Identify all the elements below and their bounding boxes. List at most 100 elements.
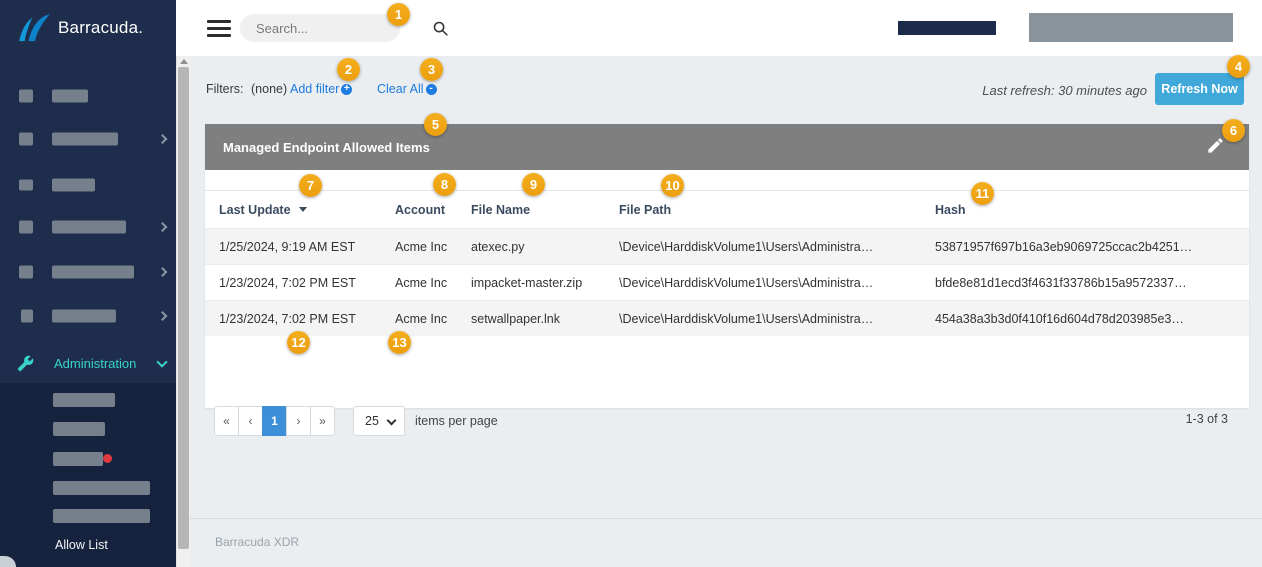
main-content: Filters: (none) Add filter + Clear All -…	[190, 56, 1262, 567]
sidebar-item-administration[interactable]: Administration	[0, 346, 176, 380]
filters-value: (none)	[251, 82, 288, 96]
redacted-icon	[19, 220, 33, 234]
scrollbar-up-arrow-icon[interactable]	[180, 59, 188, 64]
chevron-right-icon	[157, 267, 168, 277]
sidebar-item-redacted-1[interactable]	[0, 82, 176, 110]
annotation-badge-6: 6	[1222, 119, 1245, 142]
sidebar-item-redacted-2[interactable]	[0, 125, 176, 153]
administration-label: Administration	[54, 355, 137, 371]
items-per-page-select[interactable]: 25	[353, 406, 405, 436]
sidebar-item-redacted-4[interactable]	[0, 213, 176, 241]
cell-file-path: \Device\HarddiskVolume1\Users\Administra…	[619, 311, 874, 326]
cell-account: Acme Inc	[395, 239, 448, 254]
redacted-icon	[21, 309, 33, 323]
sidebar-item-allow-list[interactable]: Allow List	[55, 538, 108, 552]
table-row[interactable]: 1/25/2024, 9:19 AM EST Acme Inc atexec.p…	[205, 228, 1249, 264]
submenu-item-redacted-2[interactable]	[53, 422, 105, 436]
cell-account: Acme Inc	[395, 275, 448, 290]
redacted-label	[52, 309, 116, 323]
submenu-item-redacted-1[interactable]	[53, 393, 115, 407]
pagination: « ‹ 1 › »	[214, 406, 335, 436]
column-label: Last Update	[219, 202, 291, 217]
cell-account: Acme Inc	[395, 311, 448, 326]
annotation-badge-5: 5	[424, 113, 447, 136]
chevron-down-icon	[156, 356, 168, 368]
search-icon	[433, 21, 448, 36]
cell-hash: 53871957f697b16a3eb9069725ccac2b4251…	[935, 239, 1193, 254]
scrollbar-thumb[interactable]	[178, 67, 189, 549]
cell-file-name: atexec.py	[471, 239, 525, 254]
sidebar-item-redacted-5[interactable]	[0, 258, 176, 286]
chevron-right-icon	[157, 134, 168, 144]
annotation-badge-8: 8	[433, 173, 456, 196]
search-button[interactable]	[432, 20, 458, 37]
items-per-page-label: items per page	[415, 414, 498, 428]
notification-dot	[103, 454, 112, 463]
cell-hash: 454a38a3b3d0f410f16d604d78d203985e3…	[935, 311, 1184, 326]
cell-file-name: setwallpaper.lnk	[471, 311, 560, 326]
footer-app-name: Barracuda XDR	[215, 535, 300, 549]
redacted-account-menu[interactable]	[1029, 13, 1233, 42]
redacted-label	[52, 220, 126, 234]
logo-text: Barracuda.	[58, 18, 144, 37]
column-header-file-path[interactable]: File Path	[619, 203, 935, 217]
column-header-account[interactable]: Account	[395, 203, 471, 217]
redacted-label	[52, 89, 88, 103]
menu-icon[interactable]	[207, 20, 231, 37]
annotation-badge-13: 13	[388, 331, 411, 354]
cell-last-update: 1/25/2024, 9:19 AM EST	[219, 239, 356, 254]
column-header-file-name[interactable]: File Name	[471, 203, 619, 217]
cell-file-path: \Device\HarddiskVolume1\Users\Administra…	[619, 275, 874, 290]
pagination-last-button[interactable]: »	[310, 406, 335, 436]
redacted-label	[52, 265, 134, 279]
cell-file-name: impacket-master.zip	[471, 275, 583, 290]
sidebar: Barracuda. Administration Allow List	[0, 0, 176, 567]
panel-header: Managed Endpoint Allowed Items	[205, 124, 1249, 170]
cell-last-update: 1/23/2024, 7:02 PM EST	[219, 275, 356, 290]
content-scrollbar[interactable]	[176, 56, 190, 567]
sidebar-item-redacted-6[interactable]	[0, 302, 176, 330]
topbar	[176, 0, 1262, 56]
redacted-icon	[19, 179, 33, 191]
edit-panel-button[interactable]	[1203, 135, 1227, 159]
filters-label: Filters:	[206, 82, 244, 96]
last-refresh-text: Last refresh: 30 minutes ago	[982, 83, 1147, 98]
pagination-page-1-button[interactable]: 1	[262, 406, 287, 436]
annotation-badge-9: 9	[522, 173, 545, 196]
submenu-item-redacted-3[interactable]	[53, 452, 103, 466]
submenu-item-redacted-5[interactable]	[53, 509, 150, 523]
annotation-badge-1: 1	[387, 3, 410, 26]
redacted-icon	[19, 132, 33, 146]
pagination-next-button[interactable]: ›	[286, 406, 311, 436]
annotation-badge-7: 7	[299, 174, 322, 197]
cell-hash: bfde8e81d1ecd3f4631f33786b15a9572337…	[935, 275, 1187, 290]
barracuda-logo-icon	[19, 14, 50, 42]
clear-all-link[interactable]: Clear All -	[377, 82, 437, 96]
annotation-badge-12: 12	[287, 331, 310, 354]
footer-divider	[190, 518, 1262, 519]
pagination-first-button[interactable]: «	[214, 406, 239, 436]
redacted-label	[52, 132, 118, 146]
submenu-item-redacted-4[interactable]	[53, 481, 150, 495]
add-filter-label: Add filter	[290, 82, 340, 96]
redacted-label	[52, 178, 95, 192]
add-filter-link[interactable]: Add filter +	[290, 82, 353, 96]
items-per-page-value: 25	[365, 414, 379, 428]
column-header-last-update[interactable]: Last Update	[219, 203, 395, 217]
allowed-items-panel: Managed Endpoint Allowed Items Last Upda…	[205, 124, 1249, 436]
redacted-icon	[19, 89, 33, 103]
app-window: Barracuda. Administration Allow List Sea…	[0, 0, 1262, 567]
wrench-icon	[17, 355, 34, 371]
redacted-icon	[19, 265, 33, 279]
table-row[interactable]: 1/23/2024, 7:02 PM EST Acme Inc impacket…	[205, 264, 1249, 300]
pencil-icon	[1207, 138, 1223, 153]
refresh-now-button[interactable]: Refresh Now	[1155, 73, 1244, 105]
table-row[interactable]: 1/23/2024, 7:02 PM EST Acme Inc setwallp…	[205, 300, 1249, 336]
pagination-prev-button[interactable]: ‹	[238, 406, 263, 436]
sidebar-item-redacted-3[interactable]	[0, 171, 176, 199]
chevron-right-icon	[157, 222, 168, 232]
table-header-row: Last Update Account File Name File Path …	[205, 190, 1249, 228]
annotation-badge-10: 10	[661, 174, 684, 197]
chevron-down-icon	[386, 415, 397, 426]
remove-circle-icon: -	[425, 83, 437, 95]
